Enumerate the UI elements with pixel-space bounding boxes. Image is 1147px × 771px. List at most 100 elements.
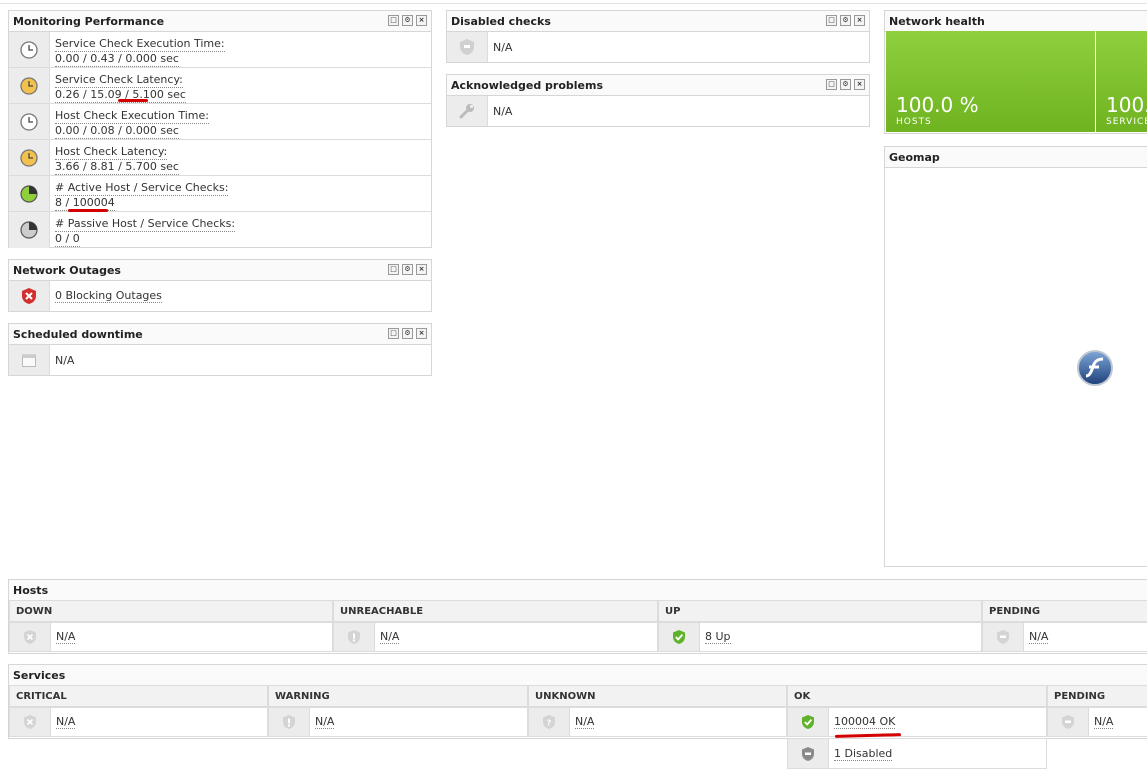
clock-icon <box>9 32 50 67</box>
widget-header[interactable]: Monitoring Performance □ ⚙ × <box>9 11 431 32</box>
perf-value[interactable]: 3.66 / 8.81 / 5.700 sec <box>55 160 179 175</box>
annotation-underline <box>118 99 148 102</box>
perf-label[interactable]: # Passive Host / Service Checks: <box>55 217 236 232</box>
widget-title: Acknowledged problems <box>451 79 604 92</box>
widget-title: Geomap <box>889 151 940 164</box>
network-health-widget: Network health 100.0 % HOSTS 100. SERVIC… <box>884 10 1147 134</box>
annotation-underline <box>68 209 108 212</box>
services-ok-value[interactable]: 100004 OK <box>834 715 896 729</box>
hosts-col-unreachable[interactable]: UNREACHABLE <box>333 600 658 622</box>
network-outages-widget: Network Outages □ ⚙ × 0 Blocking Outages <box>8 259 432 312</box>
perf-row: # Passive Host / Service Checks: 0 / 0 <box>9 212 431 248</box>
widget-header[interactable]: Acknowledged problems □ ⚙ × <box>447 75 869 96</box>
services-col-warning[interactable]: WARNING <box>268 685 528 707</box>
clock-warning-icon <box>9 140 50 175</box>
widget-title: Disabled checks <box>451 15 551 28</box>
settings-button[interactable]: ⚙ <box>840 15 851 26</box>
hosts-health-percent: 100.0 % <box>896 93 979 117</box>
settings-button[interactable]: ⚙ <box>402 328 413 339</box>
services-warning-cell: N/A <box>268 707 528 737</box>
perf-row: Host Check Execution Time: 0.00 / 0.08 / … <box>9 104 431 140</box>
shield-pending-icon <box>1048 708 1089 736</box>
widget-header[interactable]: Geomap <box>885 147 1147 168</box>
clock-warning-icon <box>9 68 50 103</box>
perf-label[interactable]: Service Check Latency: <box>55 73 183 88</box>
minimize-button[interactable]: □ <box>826 15 837 26</box>
services-health-tile[interactable]: 100. SERVICE <box>1096 31 1147 132</box>
perf-value[interactable]: 0 / 0 <box>55 232 80 247</box>
close-button[interactable]: × <box>854 79 865 90</box>
widget-header[interactable]: Disabled checks □ ⚙ × <box>447 11 869 32</box>
hosts-pending-cell: N/A <box>982 622 1147 652</box>
scheduled-downtime-widget: Scheduled downtime □ ⚙ × N/A <box>8 323 432 376</box>
hosts-pending-value[interactable]: N/A <box>1029 630 1049 644</box>
services-col-critical[interactable]: CRITICAL <box>9 685 268 707</box>
hosts-unreachable-value[interactable]: N/A <box>380 630 400 644</box>
services-col-unknown[interactable]: UNKNOWN <box>528 685 787 707</box>
shield-ok-icon <box>788 708 829 736</box>
disabled-checks-widget: Disabled checks □ ⚙ × N/A <box>446 10 870 63</box>
perf-label[interactable]: Service Check Execution Time: <box>55 37 225 52</box>
wrench-icon <box>447 96 488 126</box>
services-col-pending[interactable]: PENDING <box>1047 685 1147 707</box>
settings-button[interactable]: ⚙ <box>402 15 413 26</box>
flash-player-icon[interactable] <box>1076 349 1114 387</box>
widget-header[interactable]: Network health <box>885 11 1147 32</box>
close-button[interactable]: × <box>416 15 427 26</box>
settings-button[interactable]: ⚙ <box>402 264 413 275</box>
shield-down-icon <box>10 623 51 651</box>
services-critical-cell: N/A <box>9 707 268 737</box>
hosts-col-pending[interactable]: PENDING <box>982 600 1147 622</box>
widget-title: Network Outages <box>13 264 121 277</box>
hosts-up-cell: 8 Up <box>658 622 982 652</box>
disabled-row: N/A <box>447 32 869 62</box>
services-warning-value[interactable]: N/A <box>315 715 335 729</box>
widget-title: Scheduled downtime <box>13 328 143 341</box>
settings-button[interactable]: ⚙ <box>840 79 851 90</box>
pie-passive-icon <box>9 212 50 248</box>
widget-title: Network health <box>889 15 985 28</box>
downtime-value: N/A <box>55 353 75 367</box>
close-button[interactable]: × <box>416 328 427 339</box>
services-unknown-value[interactable]: N/A <box>575 715 595 729</box>
minimize-button[interactable]: □ <box>388 15 399 26</box>
svg-text:?: ? <box>547 719 552 728</box>
hosts-title: Hosts <box>9 580 1147 601</box>
hosts-col-down[interactable]: DOWN <box>9 600 333 622</box>
geomap-widget: Geomap <box>884 146 1147 567</box>
services-critical-value[interactable]: N/A <box>56 715 76 729</box>
widget-header[interactable]: Scheduled downtime □ ⚙ × <box>9 324 431 345</box>
hosts-health-caption: HOSTS <box>896 117 932 127</box>
outages-value[interactable]: 0 Blocking Outages <box>55 289 162 303</box>
perf-label[interactable]: Host Check Execution Time: <box>55 109 209 124</box>
widget-header[interactable]: Network Outages □ ⚙ × <box>9 260 431 281</box>
services-health-percent: 100. <box>1106 93 1147 117</box>
hosts-health-tile[interactable]: 100.0 % HOSTS <box>886 31 1095 132</box>
services-col-ok[interactable]: OK <box>787 685 1047 707</box>
hosts-down-cell: N/A <box>9 622 333 652</box>
services-disabled-value[interactable]: 1 Disabled <box>834 747 893 761</box>
hosts-up-value[interactable]: 8 Up <box>705 630 731 644</box>
perf-value[interactable]: 0.00 / 0.43 / 0.000 sec <box>55 52 179 67</box>
perf-row: Host Check Latency: 3.66 / 8.81 / 5.700 s… <box>9 140 431 176</box>
perf-value[interactable]: 0.00 / 0.08 / 0.000 sec <box>55 124 179 139</box>
minimize-button[interactable]: □ <box>388 328 399 339</box>
hosts-col-up[interactable]: UP <box>658 600 982 622</box>
hosts-down-value[interactable]: N/A <box>56 630 76 644</box>
shield-warning-icon <box>269 708 310 736</box>
widget-title: Monitoring Performance <box>13 15 165 28</box>
close-button[interactable]: × <box>854 15 865 26</box>
close-button[interactable]: × <box>416 264 427 275</box>
minimize-button[interactable]: □ <box>826 79 837 90</box>
calendar-icon <box>9 345 50 375</box>
services-pending-cell: N/A <box>1047 707 1147 737</box>
hosts-unreachable-cell: N/A <box>333 622 658 652</box>
shield-pending-icon <box>983 623 1024 651</box>
services-title: Services <box>9 665 1147 686</box>
shield-icon <box>447 32 488 62</box>
perf-label[interactable]: Host Check Latency: <box>55 145 168 160</box>
shield-ok-icon <box>659 623 700 651</box>
minimize-button[interactable]: □ <box>388 264 399 275</box>
perf-label[interactable]: # Active Host / Service Checks: <box>55 181 229 196</box>
services-pending-value[interactable]: N/A <box>1094 715 1114 729</box>
